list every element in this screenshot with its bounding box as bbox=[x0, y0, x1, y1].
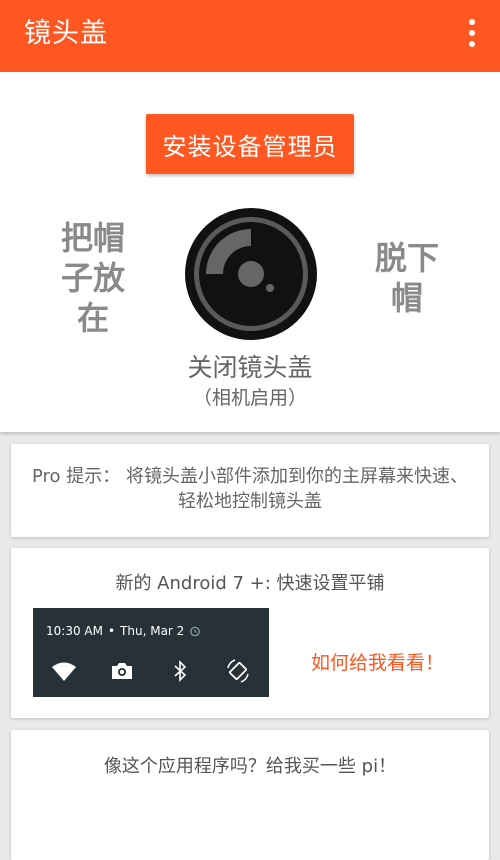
more-vert-icon[interactable] bbox=[460, 18, 484, 48]
app-title: 镜头盖 bbox=[24, 18, 108, 49]
rotate-icon bbox=[227, 659, 249, 683]
install-device-admin-button[interactable]: 安装设备管理员 bbox=[146, 114, 354, 174]
pro-tip-text: Pro 提示： 将镜头盖小部件添加到你的主屏幕来快速、 轻松地控制镜头盖 bbox=[32, 466, 468, 512]
alarm-icon bbox=[190, 626, 201, 637]
qs-time: 10:30 AM bbox=[46, 624, 103, 638]
put-cap-on-button[interactable]: 把帽子放在 bbox=[58, 218, 128, 338]
take-cap-off-button[interactable]: 脱下帽 bbox=[372, 238, 442, 318]
donate-text: 像这个应用程序吗？给我买一些 pi！ bbox=[103, 756, 397, 777]
camera-icon bbox=[112, 663, 132, 679]
app-bar: 镜头盖 bbox=[0, 0, 500, 72]
wifi-icon bbox=[52, 662, 76, 681]
show-me-link[interactable]: 如何给我看看！ bbox=[311, 650, 444, 676]
quick-settings-card: 新的 Android 7 +: 快速设置平铺 10:30 AM • Thu, M… bbox=[11, 548, 489, 718]
qs-date: Thu, Mar 2 bbox=[120, 624, 185, 638]
lens-status-sub: （相机启用） bbox=[192, 387, 307, 409]
camera-lens-icon[interactable] bbox=[183, 206, 319, 342]
donate-card[interactable]: 像这个应用程序吗？给我买一些 pi！ bbox=[11, 730, 489, 860]
lens-status: 关闭镜头盖 bbox=[187, 353, 313, 382]
lens-cap-card: 安装设备管理员 把帽子放在 脱下帽 关闭镜头盖 （相机启用） bbox=[0, 72, 500, 432]
pro-tip-card: Pro 提示： 将镜头盖小部件添加到你的主屏幕来快速、 轻松地控制镜头盖 bbox=[11, 444, 489, 537]
quick-settings-title: 新的 Android 7 +: 快速设置平铺 bbox=[115, 573, 385, 594]
bluetooth-icon bbox=[174, 660, 187, 682]
quick-settings-preview: 10:30 AM • Thu, Mar 2 bbox=[33, 608, 269, 697]
